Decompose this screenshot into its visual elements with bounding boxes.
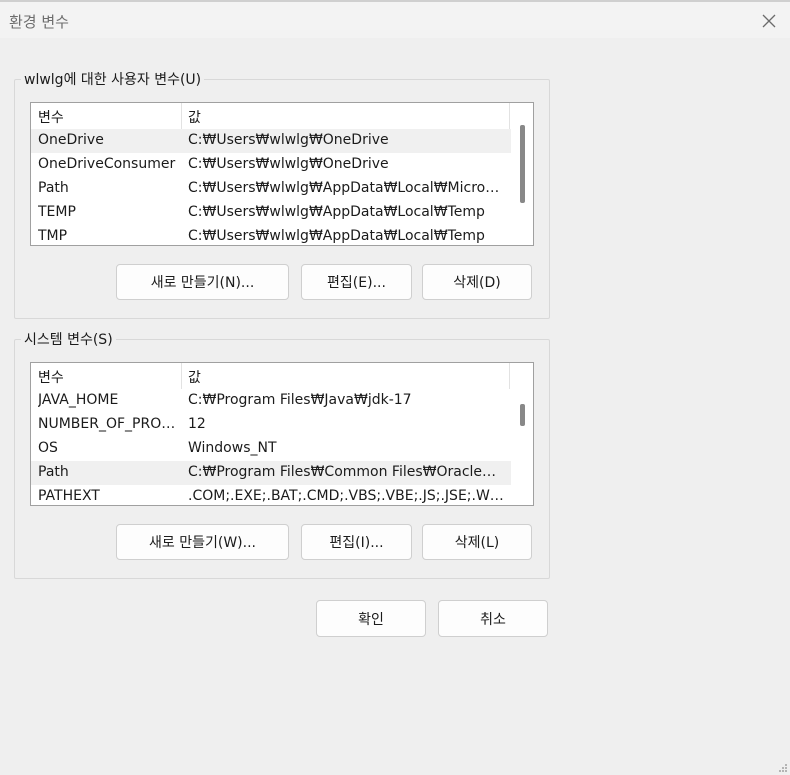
scrollbar-thumb[interactable] [520,404,525,426]
window-title: 환경 변수 [9,13,69,31]
variable-name: TEMP [38,204,76,220]
variable-name: Path [38,464,69,480]
variable-value: 12 [188,416,206,432]
column-header-value[interactable]: 값 [188,367,201,387]
table-row[interactable]: Path C:₩Users₩wlwlg₩AppData₩Local₩Micros… [31,177,511,201]
close-button[interactable] [754,6,784,36]
new-user-variable-button[interactable]: 새로 만들기(N)... [116,264,289,300]
user-variables-list[interactable]: 변수 값 OneDrive C:₩Users₩wlwlg₩OneDrive On… [30,102,534,246]
table-row[interactable]: OneDrive C:₩Users₩wlwlg₩OneDrive [31,129,511,153]
cancel-button[interactable]: 취소 [438,600,548,637]
table-row[interactable]: PATHEXT .COM;.EXE;.BAT;.CMD;.VBS;.VBE;.J… [31,485,511,505]
table-row[interactable]: JAVA_HOME C:₩Program Files₩Java₩jdk-17 [31,389,511,413]
vertical-scrollbar[interactable] [515,363,532,505]
table-row[interactable]: Path C:₩Program Files₩Common Files₩Oracl… [31,461,511,485]
table-row[interactable]: OS Windows_NT [31,437,511,461]
variable-name: TMP [38,228,68,244]
delete-system-variable-button[interactable]: 삭제(L) [422,524,532,560]
column-separator [509,103,510,129]
table-row[interactable]: TMP C:₩Users₩wlwlg₩AppData₩Local₩Temp [31,225,511,245]
column-separator [509,363,510,389]
ok-button[interactable]: 확인 [316,600,426,637]
variable-value: C:₩Users₩wlwlg₩OneDrive [188,156,389,172]
table-row[interactable]: TEMP C:₩Users₩wlwlg₩AppData₩Local₩Temp [31,201,511,225]
variable-value: C:₩Users₩wlwlg₩OneDrive [188,132,389,148]
table-row[interactable]: OneDriveConsumer C:₩Users₩wlwlg₩OneDrive [31,153,511,177]
variable-name: Path [38,180,69,196]
column-header-value[interactable]: 값 [188,107,201,127]
user-variables-label: wlwlg에 대한 사용자 변수(U) [24,72,202,88]
variable-name: OneDriveConsumer [38,156,176,172]
variable-name: PATHEXT [38,488,100,504]
edit-user-variable-button[interactable]: 편집(E)... [301,264,412,300]
title-bar: 환경 변수 [0,2,790,38]
close-icon [762,14,776,28]
user-variables-group: wlwlg에 대한 사용자 변수(U) 변수 값 OneDrive C:₩Use… [14,69,550,319]
column-header-variable[interactable]: 변수 [38,367,64,387]
delete-user-variable-button[interactable]: 삭제(D) [422,264,532,300]
variable-value: C:₩Users₩wlwlg₩AppData₩Local₩Temp [188,204,485,220]
column-header-variable[interactable]: 변수 [38,107,64,127]
variable-name: OS [38,440,58,456]
scrollbar-thumb[interactable] [520,125,525,203]
variable-value: Windows_NT [188,440,277,456]
list-header: 변수 값 [31,103,511,129]
system-variables-label: 시스템 변수(S) [24,332,113,348]
variable-name: OneDrive [38,132,104,148]
system-variables-group: 시스템 변수(S) 변수 값 JAVA_HOME C:₩Program File… [14,329,550,579]
edit-system-variable-button[interactable]: 편집(I)... [301,524,412,560]
list-header: 변수 값 [31,363,511,389]
vertical-scrollbar[interactable] [515,103,532,245]
dialog-client: wlwlg에 대한 사용자 변수(U) 변수 값 OneDrive C:₩Use… [0,38,790,775]
new-system-variable-button[interactable]: 새로 만들기(W)... [116,524,289,560]
resize-grip-icon[interactable] [778,763,788,773]
table-row[interactable]: NUMBER_OF_PROCESSORS 12 [31,413,511,437]
variable-value: C:₩Users₩wlwlg₩AppData₩Local₩Microsoft₩W… [188,180,506,196]
variable-name: NUMBER_OF_PROCESSORS [38,416,178,432]
column-separator [181,103,182,129]
variable-value: .COM;.EXE;.BAT;.CMD;.VBS;.VBE;.JS;.JSE;.… [188,488,506,504]
variable-name: JAVA_HOME [38,392,119,408]
column-separator [181,363,182,389]
variable-value: C:₩Program Files₩Java₩jdk-17 [188,392,412,408]
variable-value: C:₩Program Files₩Common Files₩Oracle₩Jav… [188,464,506,480]
system-variables-list[interactable]: 변수 값 JAVA_HOME C:₩Program Files₩Java₩jdk… [30,362,534,506]
variable-value: C:₩Users₩wlwlg₩AppData₩Local₩Temp [188,228,485,244]
